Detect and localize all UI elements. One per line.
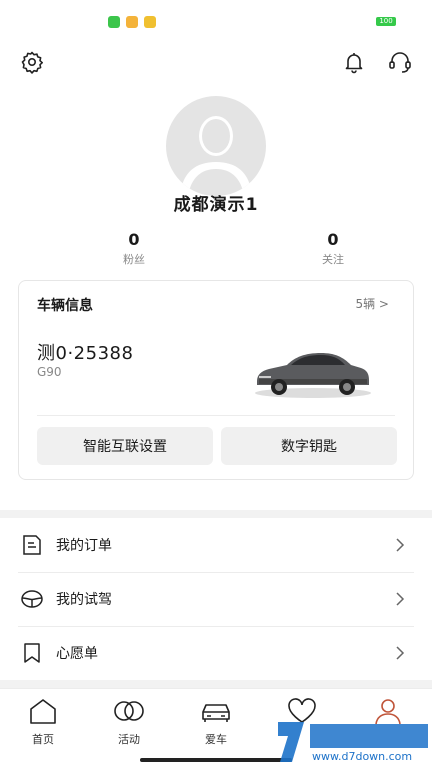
- follow-count: 0: [327, 230, 339, 249]
- menu-label: 心愿单: [56, 646, 98, 662]
- steering-wheel-icon: [21, 590, 43, 608]
- weibo-icon: [144, 16, 156, 28]
- notes-icon: [126, 16, 138, 28]
- bookmark-icon: [24, 643, 40, 663]
- menu-label: 我的试驾: [56, 592, 112, 608]
- chevron-right-icon: [396, 646, 405, 660]
- profile-section: 成都演示1 0 粉丝 0 关注 车辆信息 5辆 > 测0·25388 G90 智…: [0, 40, 432, 510]
- tab-label: 首页: [32, 733, 54, 746]
- headset-icon: [389, 52, 411, 73]
- avatar[interactable]: [166, 96, 266, 196]
- card-divider: [37, 415, 395, 416]
- menu-list: 我的订单 我的试驾 心愿单: [0, 518, 432, 680]
- license-plate: 测0·25388: [37, 343, 134, 364]
- settings-button[interactable]: [18, 48, 46, 76]
- vehicle-card-title: 车辆信息: [37, 298, 93, 314]
- status-notification-icons: [108, 16, 156, 28]
- chevron-right-icon: [396, 538, 405, 552]
- chevron-right-icon: [396, 592, 405, 606]
- menu-label: 我的订单: [56, 538, 112, 554]
- car-icon: [202, 704, 230, 722]
- fans-stat[interactable]: 0 粉丝: [84, 230, 184, 267]
- menu-item-orders[interactable]: 我的订单: [0, 518, 432, 572]
- tab-label: 爱车: [205, 733, 227, 746]
- watermark-url: www.d7down.com: [312, 750, 413, 763]
- user-name: 成都演示1: [173, 195, 259, 215]
- home-icon: [30, 699, 56, 724]
- follow-label: 关注: [322, 253, 344, 266]
- fans-count: 0: [128, 230, 140, 249]
- status-bar: 100: [0, 0, 432, 40]
- vehicle-count-link[interactable]: 5辆 >: [355, 295, 389, 312]
- home-indicator: [140, 758, 292, 762]
- menu-item-wishlist[interactable]: 心愿单: [0, 626, 432, 680]
- tab-my-car[interactable]: 爱车: [186, 697, 246, 747]
- gear-icon: [21, 51, 43, 74]
- car-image: [255, 353, 371, 398]
- bell-icon: [345, 53, 363, 74]
- site-watermark: www.d7down.com: [272, 716, 432, 768]
- rings-icon: [114, 701, 144, 721]
- wechat-icon: [108, 16, 120, 28]
- default-avatar-icon: [180, 116, 252, 196]
- notification-button[interactable]: [340, 48, 368, 76]
- customer-service-button[interactable]: [386, 48, 414, 76]
- fans-label: 粉丝: [123, 253, 145, 266]
- tab-home[interactable]: 首页: [13, 697, 73, 747]
- battery-icon: 100: [376, 17, 396, 26]
- vehicle-model: G90: [37, 365, 62, 379]
- vehicle-info-card: 车辆信息 5辆 > 测0·25388 G90 智能互联设置 数字钥匙: [18, 280, 414, 480]
- follow-stat[interactable]: 0 关注: [283, 230, 383, 267]
- digital-key-button[interactable]: 数字钥匙: [221, 427, 397, 465]
- tab-label: 活动: [118, 733, 140, 746]
- vehicle-image[interactable]: [253, 341, 373, 405]
- menu-item-test-drive[interactable]: 我的试驾: [0, 572, 432, 626]
- order-document-icon: [23, 535, 41, 555]
- smart-connect-settings-button[interactable]: 智能互联设置: [37, 427, 213, 465]
- tab-activity[interactable]: 活动: [99, 697, 159, 747]
